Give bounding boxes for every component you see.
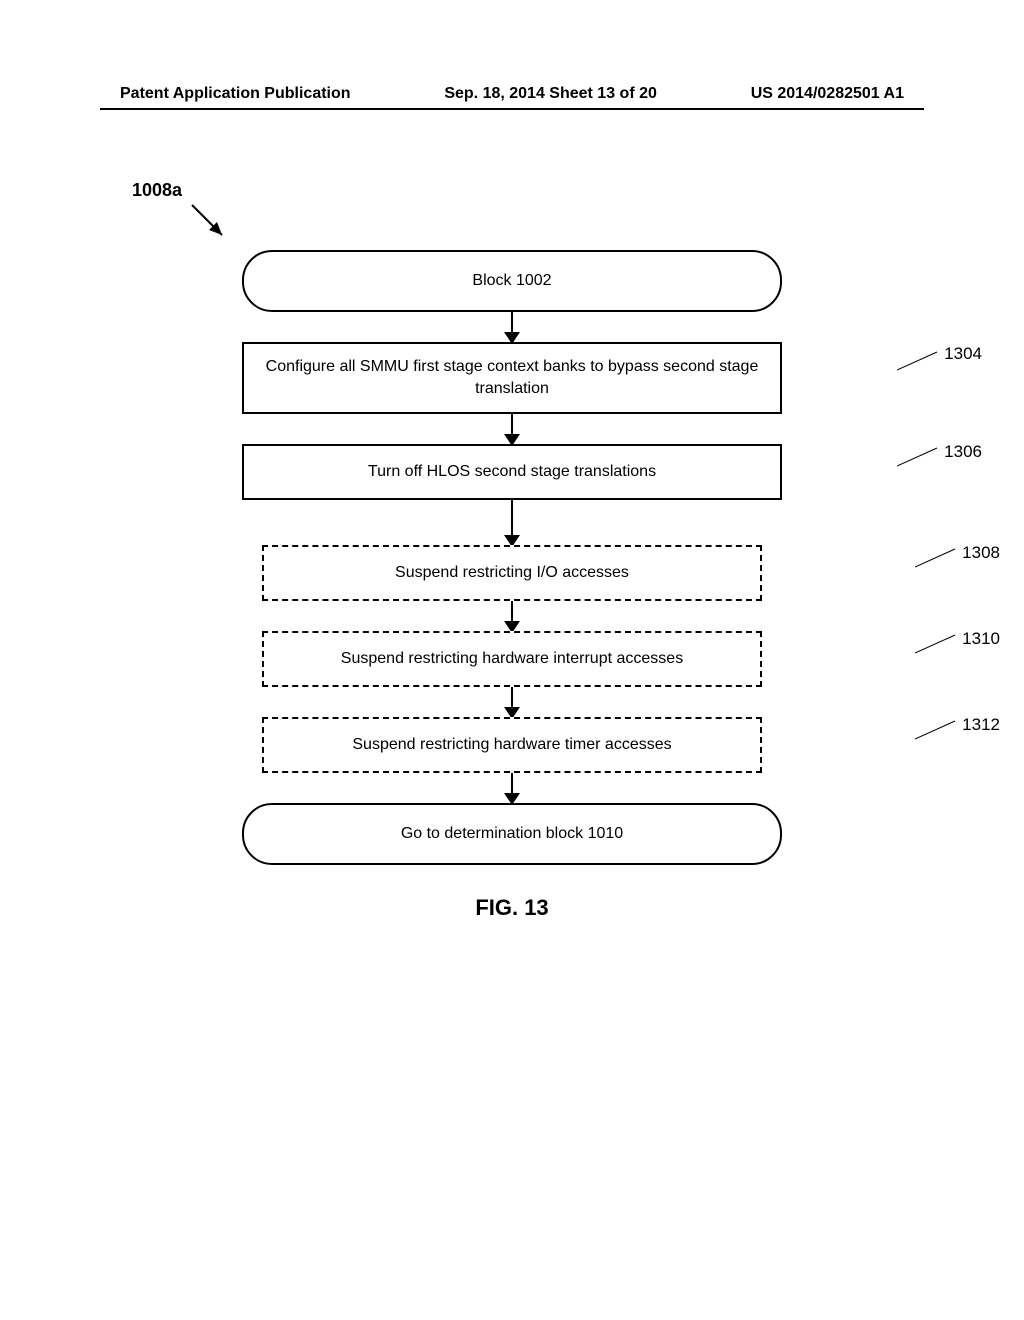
header-center: Sep. 18, 2014 Sheet 13 of 20 <box>444 85 657 103</box>
flow-step-1310: Suspend restricting hardware interrupt a… <box>132 631 892 687</box>
reference-number: 1306 <box>944 442 982 462</box>
arrow-down-icon <box>511 414 513 444</box>
optional-process-block: Suspend restricting I/O accesses <box>262 545 762 601</box>
reference-number: 1312 <box>962 715 1000 735</box>
reference-number: 1310 <box>962 629 1000 649</box>
process-block: Configure all SMMU first stage context b… <box>242 342 782 414</box>
reference-number: 1304 <box>944 344 982 364</box>
arrow-down-icon <box>511 312 513 342</box>
flow-step-start: Block 1002 <box>132 250 892 312</box>
block-text: Block 1002 <box>472 270 551 292</box>
flow-step-1304: Configure all SMMU first stage context b… <box>132 342 892 414</box>
arrow-down-icon <box>511 773 513 803</box>
block-text: Go to determination block 1010 <box>401 823 623 845</box>
block-text: Suspend restricting hardware timer acces… <box>352 734 671 756</box>
ref-connector-icon <box>915 719 960 744</box>
header-rule <box>100 108 924 110</box>
block-text: Configure all SMMU first stage context b… <box>264 356 760 399</box>
block-text: Suspend restricting hardware interrupt a… <box>341 648 683 670</box>
block-text: Suspend restricting I/O accesses <box>395 562 629 584</box>
optional-process-block: Suspend restricting hardware interrupt a… <box>262 631 762 687</box>
ref-connector-icon <box>897 446 942 471</box>
flow-step-end: Go to determination block 1010 <box>132 803 892 865</box>
arrow-down-icon <box>511 500 513 545</box>
figure-caption: FIG. 13 <box>132 895 892 921</box>
block-text: Turn off HLOS second stage translations <box>368 461 656 483</box>
reference-number: 1308 <box>962 543 1000 563</box>
ref-connector-icon <box>897 350 942 375</box>
page-header: Patent Application Publication Sep. 18, … <box>0 85 1024 103</box>
process-block: Turn off HLOS second stage translations <box>242 444 782 500</box>
ref-connector-icon <box>915 547 960 572</box>
arrow-down-icon <box>511 687 513 717</box>
optional-process-block: Suspend restricting hardware timer acces… <box>262 717 762 773</box>
flow-step-1312: Suspend restricting hardware timer acces… <box>132 717 892 773</box>
terminal-block-end: Go to determination block 1010 <box>242 803 782 865</box>
start-arrow-icon <box>187 200 237 255</box>
header-right: US 2014/0282501 A1 <box>751 85 904 103</box>
terminal-block-start: Block 1002 <box>242 250 782 312</box>
flow-step-1308: Suspend restricting I/O accesses 1308 <box>132 545 892 601</box>
header-left: Patent Application Publication <box>120 85 351 103</box>
arrow-down-icon <box>511 601 513 631</box>
ref-connector-icon <box>915 633 960 658</box>
flowchart-diagram: 1008a Block 1002 Configure all SMMU firs… <box>132 180 892 921</box>
start-reference-label: 1008a <box>132 180 182 201</box>
flow-step-1306: Turn off HLOS second stage translations … <box>132 444 892 500</box>
flowchart-body: Block 1002 Configure all SMMU first stag… <box>132 250 892 865</box>
